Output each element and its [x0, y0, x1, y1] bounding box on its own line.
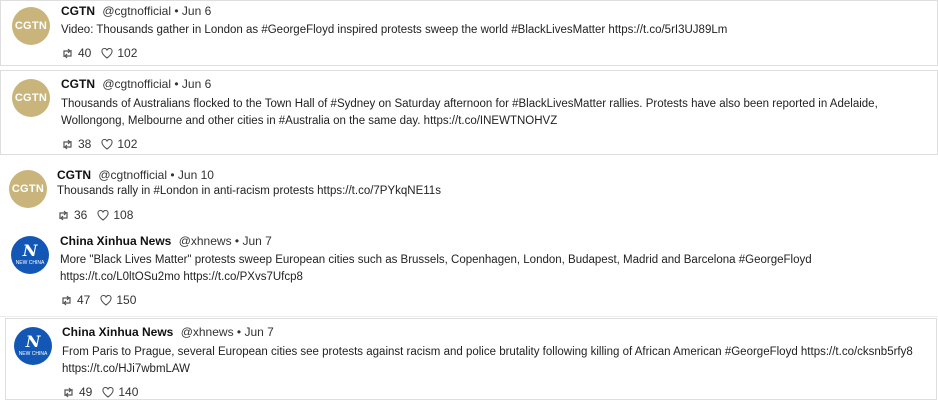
author-name[interactable]: China Xinhua News — [60, 234, 171, 248]
author-name[interactable]: CGTN — [57, 168, 91, 182]
tweet-date[interactable]: Jun 7 — [244, 325, 273, 339]
tweet-text: Thousands of Australians flocked to the … — [61, 98, 878, 127]
heart-icon — [102, 386, 114, 398]
author-handle[interactable]: @cgtnofficial — [102, 4, 171, 18]
retweet-button[interactable]: 36 — [57, 208, 87, 222]
header-separator: • — [170, 168, 175, 182]
tweet-actions: 38 102 — [61, 137, 147, 151]
avatar-logo-text: CGTN — [11, 183, 45, 195]
retweet-icon — [63, 48, 72, 58]
retweet-button[interactable]: 38 — [61, 137, 91, 151]
author-handle[interactable]: @cgtnofficial — [102, 77, 171, 91]
tweet-text: More "Black Lives Matter" protests sweep… — [60, 254, 812, 283]
author-handle[interactable]: @xhnews — [181, 325, 234, 339]
author-handle[interactable]: @xhnews — [179, 234, 232, 248]
tweet-date[interactable]: Jun 6 — [182, 4, 211, 18]
header-separator: • — [236, 325, 242, 339]
like-button[interactable]: 150 — [100, 293, 136, 307]
retweet-icon — [59, 210, 68, 220]
avatar[interactable]: CGTN — [12, 79, 50, 117]
tweet-header: China Xinhua News @xhnews • Jun 7 — [62, 325, 274, 339]
like-count: 140 — [118, 385, 139, 399]
tweet-actions: 36 108 — [57, 208, 143, 222]
retweet-icon — [62, 295, 71, 305]
tweet-date[interactable]: Jun 7 — [242, 234, 271, 248]
avatar-logo-text: NEW CHINA — [15, 260, 45, 266]
tweet-header: CGTN @cgtnofficial • Jun 6 — [61, 4, 211, 18]
retweet-button[interactable]: 47 — [60, 293, 90, 307]
retweet-button[interactable]: 40 — [61, 46, 91, 60]
tweet-card[interactable]: N NEW CHINA China Xinhua News @xhnews • … — [0, 229, 938, 311]
like-button[interactable]: 108 — [97, 208, 133, 222]
retweet-count: 49 — [79, 385, 93, 399]
heart-icon — [100, 294, 112, 306]
heart-icon — [101, 138, 113, 150]
header-separator: • — [234, 234, 240, 248]
heart-icon — [97, 209, 109, 221]
heart-icon — [101, 47, 113, 59]
retweet-count: 36 — [74, 208, 88, 222]
avatar-logo-text: CGTN — [14, 20, 48, 32]
retweet-count: 47 — [77, 293, 91, 307]
retweet-count: 40 — [78, 46, 92, 60]
avatar[interactable]: N NEW CHINA — [14, 327, 52, 365]
tweet-header: China Xinhua News @xhnews • Jun 7 — [60, 234, 272, 248]
tweet-card[interactable]: CGTN CGTN @cgtnofficial • Jun 10 Thousan… — [0, 162, 938, 226]
author-handle[interactable]: @cgtnofficial — [98, 168, 167, 182]
tweet-card[interactable]: N NEW CHINA China Xinhua News @xhnews • … — [5, 318, 937, 400]
retweet-icon — [64, 387, 73, 397]
tweet-header: CGTN @cgtnofficial • Jun 10 — [57, 168, 214, 182]
avatar-logo-text: NEW CHINA — [18, 351, 48, 357]
like-count: 108 — [113, 208, 134, 222]
tweet-feed: CGTN CGTN @cgtnofficial • Jun 6 Video: T… — [0, 0, 938, 400]
retweet-count: 38 — [78, 137, 92, 151]
avatar-logo-text: CGTN — [14, 92, 48, 104]
tweet-card[interactable]: CGTN CGTN @cgtnofficial • Jun 6 Thousand… — [0, 70, 938, 155]
tweet-actions: 47 150 — [60, 293, 146, 307]
like-count: 150 — [116, 293, 137, 307]
tweet-text: Video: Thousands gather in London as #Ge… — [61, 24, 728, 36]
tweet-actions: 49 140 — [62, 385, 148, 399]
tweet-text: From Paris to Prague, several European c… — [62, 346, 913, 375]
avatar[interactable]: N NEW CHINA — [11, 236, 49, 274]
like-count: 102 — [117, 46, 138, 60]
tweet-actions: 40 102 — [61, 46, 147, 60]
tweet-header: CGTN @cgtnofficial • Jun 6 — [61, 77, 211, 91]
tweet-text: Thousands rally in #London in anti-racis… — [57, 185, 441, 197]
avatar[interactable]: CGTN — [9, 170, 47, 208]
xinhua-logo-icon: N — [22, 241, 38, 260]
tweet-date[interactable]: Jun 6 — [182, 77, 211, 91]
feed-divider — [0, 316, 938, 317]
author-name[interactable]: CGTN — [61, 77, 95, 91]
tweet-card[interactable]: CGTN CGTN @cgtnofficial • Jun 6 Video: T… — [0, 0, 938, 66]
like-count: 102 — [117, 137, 138, 151]
header-separator: • — [174, 4, 179, 18]
like-button[interactable]: 102 — [101, 137, 137, 151]
avatar[interactable]: CGTN — [12, 7, 50, 45]
retweet-button[interactable]: 49 — [62, 385, 92, 399]
header-separator: • — [174, 77, 179, 91]
author-name[interactable]: CGTN — [61, 4, 95, 18]
like-button[interactable]: 102 — [101, 46, 137, 60]
retweet-icon — [63, 139, 72, 149]
author-name[interactable]: China Xinhua News — [62, 325, 173, 339]
tweet-date[interactable]: Jun 10 — [178, 168, 214, 182]
like-button[interactable]: 140 — [102, 385, 138, 399]
xinhua-logo-icon: N — [25, 332, 41, 351]
